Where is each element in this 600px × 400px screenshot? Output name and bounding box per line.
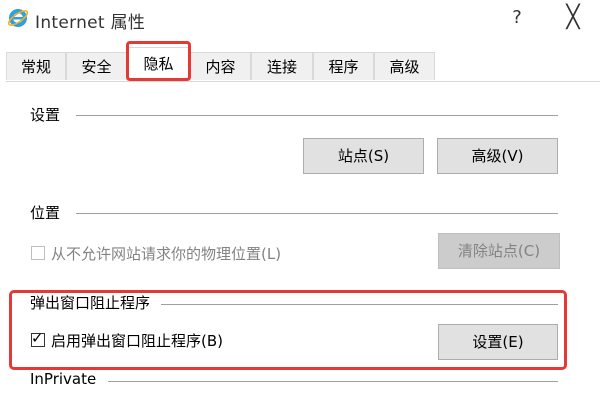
location-checkbox-label: 从不允许网站请求你的物理位置(L): [51, 245, 282, 263]
settings-divider: [76, 115, 558, 116]
tab-general[interactable]: 常规: [6, 52, 66, 80]
tab-security[interactable]: 安全: [66, 52, 127, 80]
popup-blocker-highlight: [9, 290, 567, 370]
tab-advanced[interactable]: 高级: [374, 52, 435, 80]
tab-content[interactable]: 内容: [190, 52, 251, 80]
title-bar: Internet 属性 ? ╳: [0, 0, 600, 40]
window-title: Internet 属性: [35, 13, 146, 33]
help-button[interactable]: ?: [505, 5, 529, 31]
clear-sites-button[interactable]: 清除站点(C): [438, 233, 560, 269]
sites-button[interactable]: 站点(S): [303, 138, 424, 174]
location-checkbox[interactable]: [31, 246, 45, 260]
tab-strip: 常规 安全 隐私 内容 连接 程序 高级: [0, 47, 600, 81]
location-section-title: 位置: [30, 204, 61, 222]
tab-connections[interactable]: 连接: [251, 52, 313, 80]
settings-section-title: 设置: [30, 106, 61, 124]
internet-explorer-icon: [7, 9, 29, 27]
privacy-tab-highlight: [126, 41, 191, 81]
tab-programs[interactable]: 程序: [313, 52, 374, 80]
inprivate-section-title: InPrivate: [30, 370, 97, 388]
inprivate-divider: [108, 381, 558, 382]
location-divider: [76, 213, 558, 214]
close-button[interactable]: ╳: [558, 4, 588, 32]
advanced-settings-button[interactable]: 高级(V): [437, 138, 558, 174]
